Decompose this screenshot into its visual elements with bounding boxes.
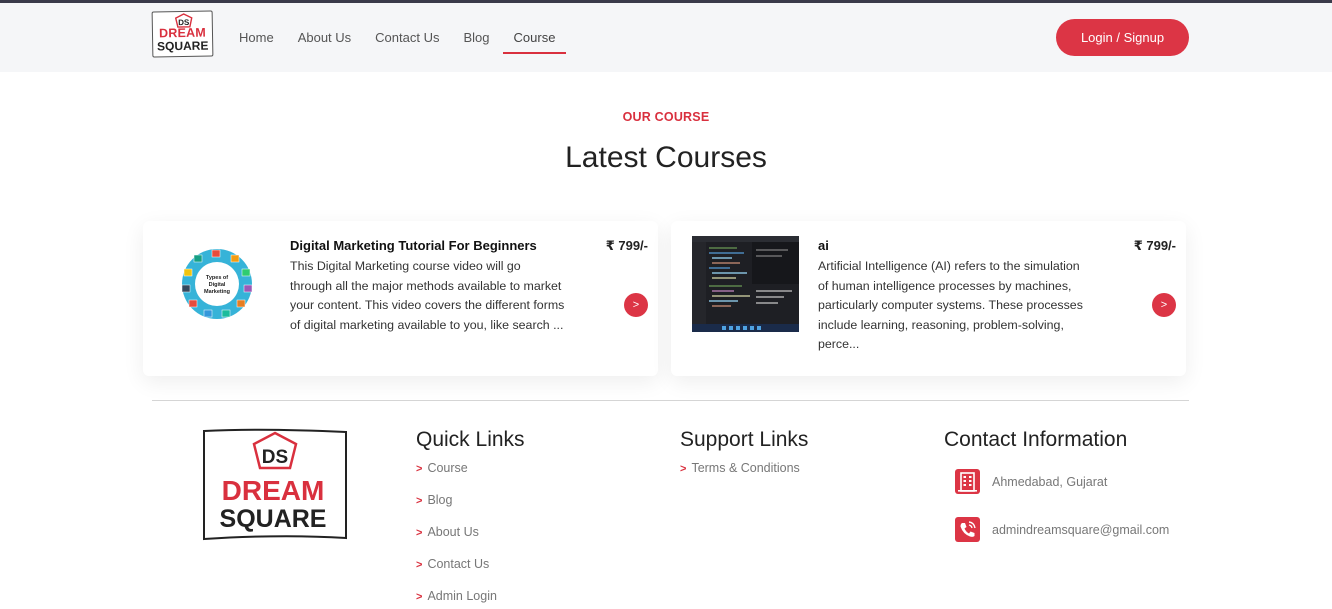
contact-email[interactable]: admindreamsquare@gmail.com xyxy=(992,523,1169,537)
course-card[interactable]: ai Artificial Intelligence (AI) refers t… xyxy=(671,221,1186,376)
ai-code-thumbnail xyxy=(692,236,799,332)
login-signup-button[interactable]: Login / Signup xyxy=(1056,19,1189,56)
svg-text:Marketing: Marketing xyxy=(204,289,230,295)
section-eyebrow: OUR COURSE xyxy=(622,110,710,124)
logo-line-2: SQUARE xyxy=(156,38,209,54)
nav-about-us[interactable]: About Us xyxy=(287,3,362,72)
contact-address: Ahmedabad, Gujarat xyxy=(992,475,1108,489)
footer-brand-logo: DS DREAM SQUARE xyxy=(203,428,347,541)
phone-icon xyxy=(955,517,980,542)
svg-text:SQUARE: SQUARE xyxy=(220,505,327,533)
footer-link-contact-us[interactable]: > Contact Us xyxy=(416,557,489,571)
nav-home[interactable]: Home xyxy=(228,3,285,72)
chevron-right-icon: > xyxy=(680,463,687,475)
support-links-title: Support Links xyxy=(680,428,809,451)
digital-marketing-thumbnail: Types of Digital Marketing xyxy=(164,236,271,332)
footer-link-about-us[interactable]: > About Us xyxy=(416,525,479,539)
footer-link-course[interactable]: > Course xyxy=(416,461,468,475)
footer-link-admin-login[interactable]: > Admin Login xyxy=(416,589,497,603)
course-card[interactable]: Types of Digital Marketing Digital Marke… xyxy=(143,221,658,376)
main-nav: Home About Us Contact Us Blog Course xyxy=(228,3,568,72)
quick-links-title: Quick Links xyxy=(416,428,525,451)
section-heading: Latest Courses xyxy=(565,141,767,174)
nav-contact-us[interactable]: Contact Us xyxy=(364,3,450,72)
svg-text:Types of: Types of xyxy=(206,275,228,281)
chevron-right-icon: > xyxy=(416,591,423,603)
contact-info-title: Contact Information xyxy=(944,428,1128,451)
building-icon xyxy=(955,469,980,494)
course-description: Artificial Intelligence (AI) refers to t… xyxy=(818,259,1083,351)
chevron-right-icon: > xyxy=(416,559,423,571)
footer-link-blog[interactable]: > Blog xyxy=(416,493,452,507)
chevron-right-icon: > xyxy=(416,527,423,539)
view-course-button[interactable]: > xyxy=(1152,293,1176,317)
nav-course[interactable]: Course xyxy=(502,3,567,72)
brand-logo[interactable]: DS DREAM SQUARE xyxy=(151,10,214,58)
footer-divider xyxy=(152,400,1189,401)
course-price: ₹ 799/- xyxy=(605,238,648,253)
nav-blog[interactable]: Blog xyxy=(452,3,500,72)
svg-text:Digital: Digital xyxy=(209,282,226,288)
view-course-button[interactable]: > xyxy=(624,293,648,317)
svg-text:DS: DS xyxy=(262,447,288,468)
course-title[interactable]: ai xyxy=(818,238,829,253)
course-price: ₹ 799/- xyxy=(1133,238,1176,253)
course-title[interactable]: Digital Marketing Tutorial For Beginners xyxy=(290,238,537,253)
footer-link-terms[interactable]: > Terms & Conditions xyxy=(680,461,800,475)
chevron-right-icon: > xyxy=(416,495,423,507)
chevron-right-icon: > xyxy=(416,463,423,475)
course-description: This Digital Marketing course video will… xyxy=(290,259,565,332)
svg-text:DREAM: DREAM xyxy=(222,475,325,506)
